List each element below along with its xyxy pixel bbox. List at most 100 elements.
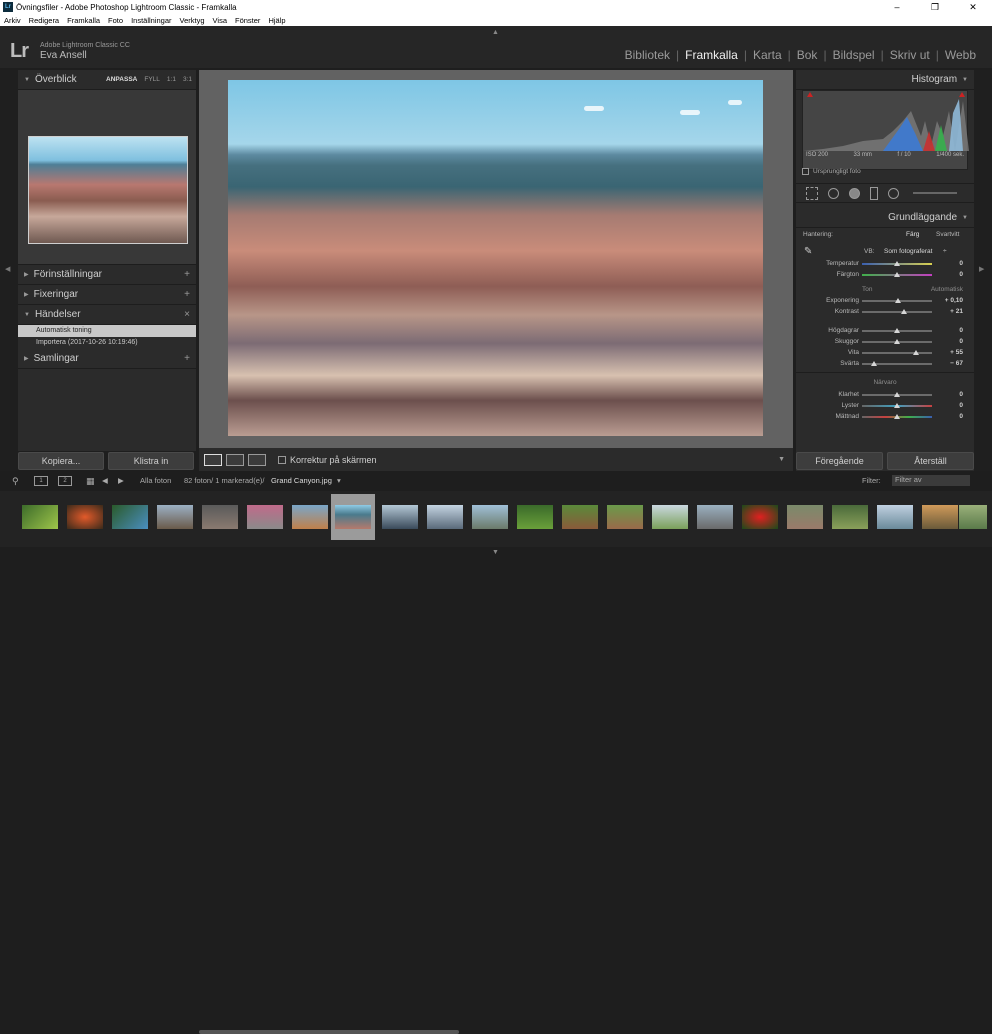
- main-photo[interactable]: [228, 80, 763, 436]
- filmstrip-thumbnail[interactable]: [468, 494, 512, 540]
- slider-knob[interactable]: [894, 327, 900, 333]
- slider-knob[interactable]: [894, 338, 900, 344]
- slider-knob[interactable]: [894, 402, 900, 408]
- main-window-page[interactable]: 1: [34, 476, 48, 486]
- history-item[interactable]: Automatisk toning: [18, 325, 196, 337]
- zoom-fit[interactable]: ANPASSA: [106, 76, 137, 83]
- whites-slider[interactable]: [862, 349, 932, 355]
- adjustment-brush-icon[interactable]: [913, 192, 957, 194]
- source-label[interactable]: Alla foton: [140, 476, 171, 485]
- vibrance-value[interactable]: 0: [959, 402, 963, 409]
- close-icon[interactable]: ✕: [954, 0, 992, 14]
- filmstrip-thumbnail[interactable]: [198, 494, 242, 540]
- wb-select-arrow-icon[interactable]: ÷: [943, 248, 947, 255]
- slider-knob[interactable]: [894, 260, 900, 266]
- presets-header[interactable]: ▶ Förinställningar +: [18, 265, 196, 285]
- collections-header[interactable]: ▶ Samlingar +: [18, 349, 196, 369]
- clear-history-icon[interactable]: ×: [184, 309, 190, 320]
- filmstrip-thumbnail[interactable]: [558, 494, 602, 540]
- right-panel-toggle-icon[interactable]: ▶: [979, 265, 984, 273]
- soft-proof-checkbox[interactable]: [278, 455, 286, 464]
- filename-menu-icon[interactable]: ▾: [337, 476, 341, 485]
- copy-settings-button[interactable]: Kopiera...: [18, 452, 104, 470]
- menu-framkalla[interactable]: Framkalla: [67, 16, 100, 25]
- eyedropper-icon[interactable]: ✎: [804, 246, 812, 257]
- slider-knob[interactable]: [901, 308, 907, 314]
- wb-select[interactable]: Som fotograferat: [884, 248, 932, 255]
- menu-fonster[interactable]: Fönster: [235, 16, 260, 25]
- histogram-header[interactable]: Histogram ▼: [796, 70, 974, 90]
- slider-knob[interactable]: [894, 271, 900, 277]
- maximize-icon[interactable]: ❐: [916, 0, 954, 14]
- module-skriv-ut[interactable]: Skriv ut: [884, 48, 936, 62]
- menu-installningar[interactable]: Inställningar: [131, 16, 171, 25]
- temperature-slider[interactable]: [862, 260, 932, 266]
- minimize-icon[interactable]: –: [878, 0, 916, 14]
- slider-knob[interactable]: [870, 360, 877, 366]
- filmstrip-thumbnail[interactable]: [603, 494, 647, 540]
- reset-button[interactable]: Återställ: [887, 452, 974, 470]
- add-preset-icon[interactable]: +: [184, 269, 190, 280]
- tint-slider[interactable]: [862, 271, 932, 277]
- module-webb[interactable]: Webb: [939, 48, 982, 62]
- radial-filter-icon[interactable]: [888, 187, 899, 199]
- zoom-fill[interactable]: FYLL: [144, 76, 160, 83]
- original-photo-toggle[interactable]: Ursprungligt foto: [802, 168, 861, 175]
- filmstrip-thumbnail[interactable]: [18, 494, 62, 540]
- filmstrip-thumbnail[interactable]: [648, 494, 692, 540]
- before-after-split-icon[interactable]: [248, 453, 266, 466]
- filmstrip-thumbnail[interactable]: [513, 494, 557, 540]
- clarity-slider[interactable]: [862, 391, 932, 397]
- clarity-value[interactable]: 0: [959, 391, 963, 398]
- shadows-value[interactable]: 0: [959, 338, 963, 345]
- secondary-window-icon[interactable]: ⚲: [12, 476, 19, 487]
- file-name[interactable]: Grand Canyon.jpg: [271, 476, 332, 485]
- module-framkalla[interactable]: Framkalla: [679, 48, 744, 62]
- slider-knob[interactable]: [894, 391, 900, 397]
- toolbar-menu-icon[interactable]: ▼: [778, 456, 785, 463]
- saturation-value[interactable]: 0: [959, 413, 963, 420]
- filmstrip-thumbnail[interactable]: [423, 494, 467, 540]
- exposure-value[interactable]: + 0,10: [945, 297, 963, 304]
- second-window-page[interactable]: 2: [58, 476, 72, 486]
- bottom-panel-toggle-icon[interactable]: ▼: [492, 549, 499, 556]
- menu-redigera[interactable]: Redigera: [29, 16, 59, 25]
- filmstrip-thumbnail[interactable]: [378, 494, 422, 540]
- crop-tool-icon[interactable]: [806, 186, 818, 200]
- slider-knob[interactable]: [894, 413, 900, 419]
- slider-knob[interactable]: [912, 349, 919, 355]
- zoom-1-1[interactable]: 1:1: [167, 76, 176, 83]
- exposure-slider[interactable]: [862, 297, 932, 303]
- left-panel-toggle-icon[interactable]: ◀: [5, 265, 10, 273]
- filmstrip-thumbnail[interactable]: [153, 494, 197, 540]
- add-collection-icon[interactable]: +: [184, 353, 190, 364]
- menu-visa[interactable]: Visa: [213, 16, 227, 25]
- zoom-3-1[interactable]: 3:1: [183, 76, 192, 83]
- graduated-filter-icon[interactable]: [870, 186, 878, 200]
- history-header[interactable]: ▼ Händelser ×: [18, 305, 196, 325]
- blacks-slider[interactable]: [862, 360, 932, 366]
- contrast-value[interactable]: + 21: [950, 308, 963, 315]
- module-bildspel[interactable]: Bildspel: [827, 48, 881, 62]
- navigator-thumbnail[interactable]: [28, 136, 188, 244]
- before-after-icon[interactable]: [226, 453, 244, 466]
- filmstrip-thumbnail[interactable]: [956, 494, 990, 540]
- filmstrip-thumbnail[interactable]: [783, 494, 827, 540]
- add-snapshot-icon[interactable]: +: [184, 289, 190, 300]
- module-bok[interactable]: Bok: [791, 48, 824, 62]
- snapshots-header[interactable]: ▶ Fixeringar +: [18, 285, 196, 305]
- slider-knob[interactable]: [894, 297, 901, 303]
- treatment-color[interactable]: Färg: [906, 231, 919, 238]
- histogram[interactable]: [802, 90, 969, 170]
- filmstrip-thumbnail[interactable]: [873, 494, 917, 540]
- filmstrip-thumbnail[interactable]: [108, 494, 152, 540]
- contrast-slider[interactable]: [862, 308, 932, 314]
- treatment-bw[interactable]: Svartvitt: [936, 231, 959, 238]
- tone-auto-button[interactable]: Automatisk: [931, 286, 963, 293]
- paste-settings-button[interactable]: Klistra in: [108, 452, 194, 470]
- menu-foto[interactable]: Foto: [108, 16, 123, 25]
- menu-hjalp[interactable]: Hjälp: [268, 16, 285, 25]
- loupe-view-icon[interactable]: [204, 453, 222, 466]
- filmstrip-thumbnail[interactable]: [288, 494, 332, 540]
- filter-select[interactable]: Filter av: [892, 475, 970, 486]
